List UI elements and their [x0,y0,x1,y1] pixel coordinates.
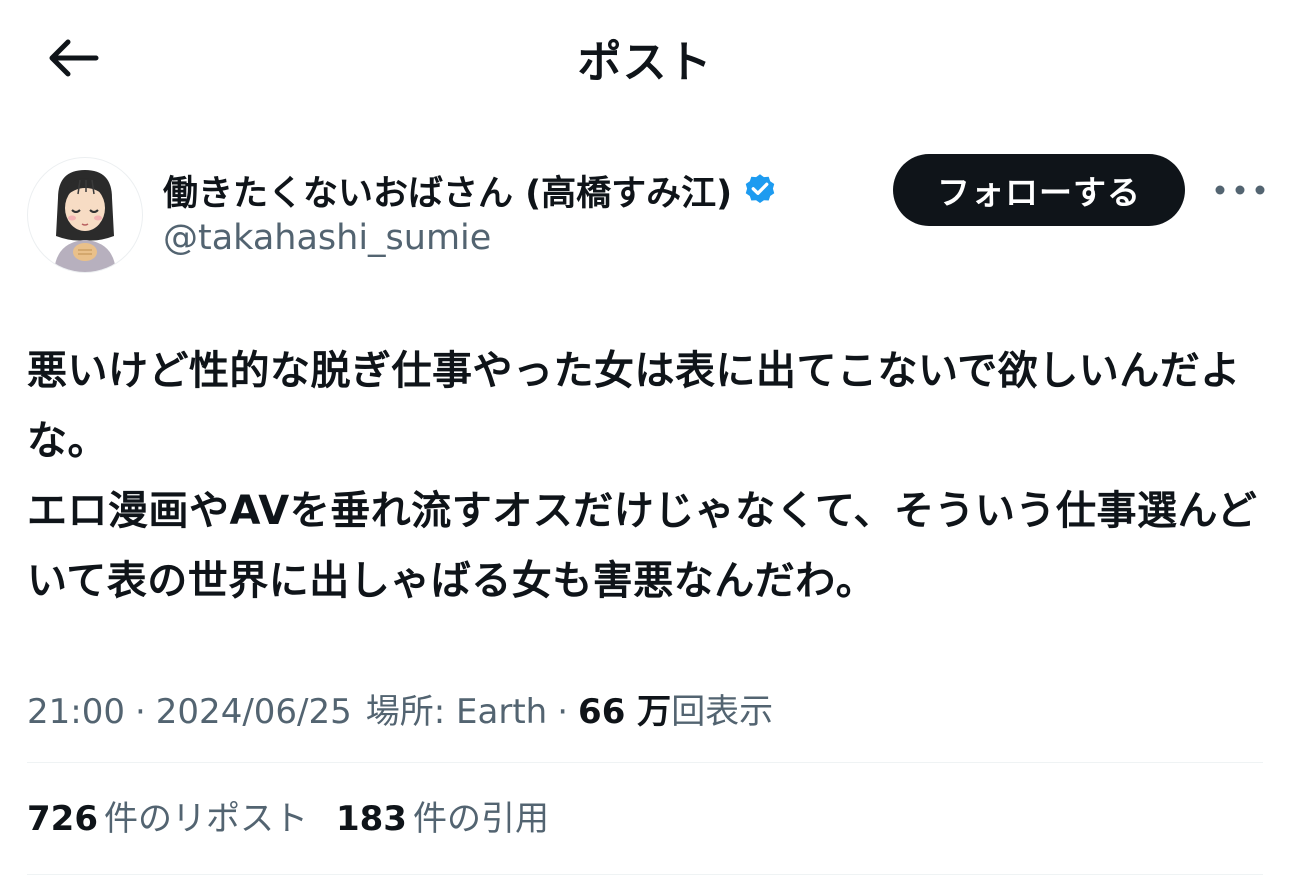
separator-dot: · [134,692,146,732]
post-detail-page: ポスト 働きたくないおばさん (高橋すみ江) @takahashi_sumie … [0,0,1290,889]
avatar[interactable] [27,157,143,273]
reposts-stat[interactable]: 726 件のリポスト [27,791,308,840]
page-title: ポスト [577,37,713,88]
display-name[interactable]: 働きたくないおばさん (高橋すみ江) [163,165,732,216]
divider [27,874,1263,875]
post-stats: 726 件のリポスト 183 件の引用 [27,791,549,840]
divider [27,762,1263,763]
display-name-row[interactable]: 働きたくないおばさん (高橋すみ江) [163,166,778,214]
user-handle[interactable]: @takahashi_sumie [163,218,491,258]
avatar-illustration [54,170,116,272]
views-count: 66 万 [578,692,672,732]
post-date[interactable]: 2024/06/25 [156,692,352,732]
reposts-label: 件のリポスト [103,799,308,839]
post-time[interactable]: 21:00 [27,692,125,732]
quotes-label: 件の引用 [412,799,549,839]
verified-badge-icon[interactable] [742,172,778,208]
follow-button[interactable]: フォローする [893,154,1185,226]
views-label: 回表示 [671,692,774,732]
more-options-button[interactable] [1212,172,1268,208]
more-horizontal-icon [1215,185,1265,195]
quotes-stat[interactable]: 183 件の引用 [336,791,549,840]
post-meta: 21:00 · 2024/06/25 場所: Earth · 66 万 回表示 [27,684,773,733]
post-location: 場所: Earth [365,692,548,732]
quotes-count: 183 [335,799,407,839]
separator-dot: · [557,692,569,732]
reposts-count: 726 [27,799,98,839]
post-text: 悪いけど性的な脱ぎ仕事やった女は表に出てこないで欲しいんだよな。 エロ漫画やAV… [27,348,1258,604]
